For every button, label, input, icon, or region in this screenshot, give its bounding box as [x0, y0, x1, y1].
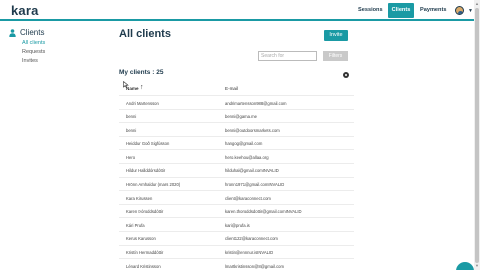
- table-row[interactable]: benni benni@gama.me: [119, 108, 354, 123]
- table-row[interactable]: Karen Þóroddsdóttir karen.thoroddsdottir@…: [119, 203, 354, 218]
- clients-person-icon: [9, 29, 16, 37]
- client-name: Kristín Hermaddóttir: [126, 250, 164, 256]
- client-email: kristin@ennnur.isINVALID: [225, 250, 274, 256]
- client-name: Karen Þóroddsdóttir: [126, 209, 164, 215]
- page-title: All clients: [119, 28, 171, 40]
- filters-button[interactable]: Filters: [323, 51, 348, 61]
- client-email: hilduhal@gmail.comINVALID: [225, 168, 279, 174]
- column-header-email[interactable]: E-mail: [225, 86, 238, 91]
- client-name: Kerus Karusson: [126, 236, 156, 242]
- client-email: hero.keehou@allaa.org: [225, 154, 269, 160]
- sidebar-item-requests[interactable]: Requests: [22, 49, 45, 55]
- client-name: Hrönn Arnhaldur (mars 2020): [126, 182, 181, 188]
- clients-table: Andri Martensson andrimartensson988@gmail…: [119, 95, 354, 270]
- nav-sessions[interactable]: Sessions: [358, 7, 383, 13]
- table-row[interactable]: Hero hero.keehou@allaa.org: [119, 149, 354, 163]
- scroll-up-arrow-icon[interactable]: ▲: [475, 1, 479, 6]
- sidebar-item-invites[interactable]: Invites: [22, 58, 38, 64]
- client-name: Heiddur Goð Sigfússon: [126, 141, 170, 147]
- nav-clients[interactable]: Clients: [388, 3, 414, 18]
- chevron-down-icon[interactable]: ▼: [468, 8, 473, 14]
- chat-bubble-icon[interactable]: [456, 262, 474, 270]
- client-name: benni: [126, 114, 137, 120]
- table-row[interactable]: Kári Prufa kari@prufa.is: [119, 217, 354, 231]
- client-name: Hero: [126, 154, 136, 160]
- table-row[interactable]: Heiddur Goð Sigfússon hangog@gmail.com: [119, 135, 354, 150]
- top-navigation-bar: kara Sessions Clients Payments ▼: [0, 0, 474, 21]
- table-row[interactable]: Kristín Hermaddóttir kristin@ennnur.isINV…: [119, 244, 354, 259]
- client-name: Kári Prufa: [126, 222, 145, 228]
- scroll-down-arrow-icon[interactable]: ▼: [475, 263, 479, 268]
- invite-button[interactable]: Invite: [324, 30, 348, 41]
- table-row[interactable]: benni benni@outdoorsmarkets.com: [119, 122, 354, 136]
- table-row[interactable]: Hildur Hallddórsdóttir hilduhal@gmail.com…: [119, 162, 354, 177]
- client-name: Lénard Kristinsson: [126, 263, 161, 269]
- search-input[interactable]: [258, 51, 317, 61]
- scrollbar-thumb[interactable]: [475, 8, 479, 263]
- client-email: karen.thoroddsdottir@gmail.comINVALID: [225, 209, 302, 215]
- table-row[interactable]: Kara Kirussen client@karaconnect.com: [119, 190, 354, 204]
- table-row[interactable]: Hrönn Arnhaldur (mars 2020) hronn1971@gma…: [119, 176, 354, 191]
- table-row[interactable]: Lénard Kristinsson lmartkristinsson@8@gma…: [119, 258, 354, 270]
- client-email: hangog@gmail.com: [225, 141, 263, 147]
- client-email: benni@outdoorsmarkets.com: [225, 127, 280, 133]
- sort-arrow-up-icon[interactable]: ↑: [140, 84, 144, 91]
- client-email: lmartkristinsson@8@gmail.com: [225, 263, 284, 269]
- client-email: andrimartensson988@gmail.com: [225, 100, 287, 106]
- clients-count: My clients : 25: [119, 69, 164, 76]
- client-email: client@karaconnect.com: [225, 195, 271, 201]
- client-name: Hildur Hallddórsdóttir: [126, 168, 166, 174]
- client-name: Kara Kirussen: [126, 195, 153, 201]
- kara-logo[interactable]: kara: [11, 3, 39, 18]
- client-email: benni@gama.me: [225, 114, 257, 120]
- client-name: Andri Martensson: [126, 100, 159, 106]
- settings-icon[interactable]: [343, 72, 349, 78]
- table-row[interactable]: Kerus Karusson client122@karaconnect.com: [119, 230, 354, 245]
- client-email: client122@karaconnect.com: [225, 236, 278, 242]
- sidebar-title: Clients: [20, 28, 45, 37]
- user-avatar[interactable]: [455, 6, 464, 15]
- client-email: hronn1971@gmail.comINVALID: [225, 182, 285, 188]
- table-row[interactable]: Andri Martensson andrimartensson988@gmail…: [119, 95, 354, 109]
- sidebar-item-all-clients[interactable]: All clients: [22, 40, 45, 46]
- nav-payments[interactable]: Payments: [420, 7, 446, 13]
- client-email: kari@prufa.is: [225, 222, 250, 228]
- client-name: benni: [126, 127, 137, 133]
- column-header-name[interactable]: Name: [126, 86, 139, 91]
